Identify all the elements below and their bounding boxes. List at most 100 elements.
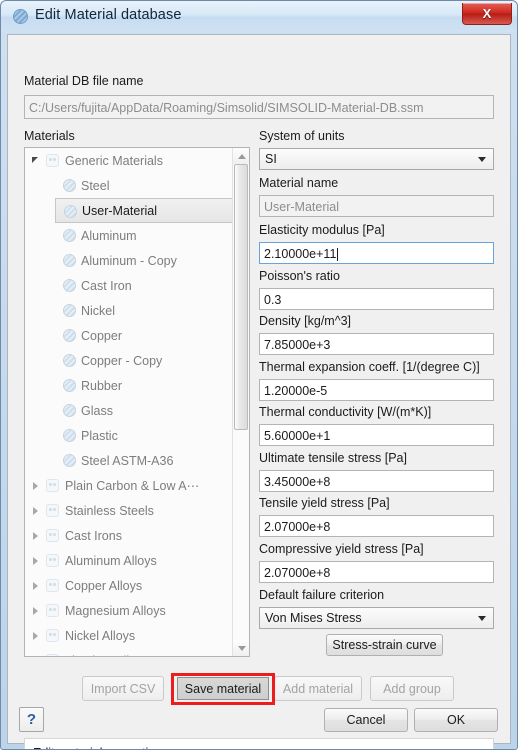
material-sphere-icon [64, 205, 77, 218]
tree-item-generic-materials[interactable]: Generic Materials [25, 148, 249, 173]
chevron-collapsed-icon[interactable] [33, 507, 38, 515]
window-title: Edit Material database [35, 7, 182, 23]
property-input-0[interactable]: 2.10000e+11 [259, 242, 494, 264]
materials-tree[interactable]: Generic Materials Steel User-Material Alumi… [24, 147, 250, 657]
material-sphere-icon [63, 304, 76, 317]
tree-item-titanium-alloys[interactable]: Titanium Alloys [25, 648, 249, 656]
tree-item-label: User-Material [82, 203, 158, 218]
scroll-down-arrow-icon[interactable] [233, 640, 249, 656]
group-folder-icon [46, 504, 59, 517]
group-folder-icon [46, 554, 59, 567]
material-sphere-icon [63, 279, 76, 292]
group-folder-icon [46, 154, 59, 167]
tree-item-copper-alloys[interactable]: Copper Alloys [25, 573, 249, 598]
ok-button[interactable]: OK [414, 708, 498, 732]
import-csv-button[interactable]: Import CSV [82, 676, 164, 701]
tree-scrollbar[interactable] [232, 148, 249, 656]
tree-item-aluminum-alloys[interactable]: Aluminum Alloys [25, 548, 249, 573]
tree-item-label: Steel ASTM-A36 [81, 453, 174, 468]
chevron-collapsed-icon[interactable] [33, 632, 38, 640]
material-sphere-icon [63, 429, 76, 442]
tree-item-label: Steel [81, 178, 110, 193]
tree-item-steel[interactable]: Steel [25, 173, 249, 198]
property-input-6[interactable]: 2.07000e+8 [259, 515, 494, 537]
tree-item-rubber[interactable]: Rubber [25, 373, 249, 398]
system-of-units-value: SI [265, 152, 277, 166]
tree-item-plastic[interactable]: Plastic [25, 423, 249, 448]
save-material-button[interactable]: Save material [177, 677, 269, 700]
close-icon: X [482, 6, 492, 21]
chevron-collapsed-icon[interactable] [33, 557, 38, 565]
tree-item-label: Rubber [81, 378, 122, 393]
tree-item-nickel[interactable]: Nickel [25, 298, 249, 323]
group-folder-icon [46, 579, 59, 592]
chevron-collapsed-icon[interactable] [33, 482, 38, 490]
property-label-2: Density [kg/m^3] [259, 314, 352, 328]
tree-item-label: Nickel Alloys [65, 628, 136, 643]
tree-item-user-material[interactable]: User-Material [55, 198, 245, 223]
material-sphere-icon [63, 329, 76, 342]
property-label-5: Ultimate tensile stress [Pa] [259, 450, 407, 465]
chevron-collapsed-icon[interactable] [33, 532, 38, 540]
tree-item-label: Stainless Steels [65, 503, 154, 518]
cancel-button[interactable]: Cancel [324, 708, 408, 732]
material-name-input[interactable]: User-Material [259, 195, 494, 217]
title-bar[interactable]: Edit Material database X [1, 1, 517, 32]
status-bar: Edit material properties [24, 738, 494, 749]
property-input-7[interactable]: 2.07000e+8 [259, 560, 494, 583]
file-name-label: Material DB file name [24, 74, 144, 88]
chevron-expanded-icon[interactable] [32, 157, 38, 163]
failure-criterion-value: Von Mises Stress [265, 611, 362, 625]
tree-item-label: Magnesium Alloys [65, 603, 166, 618]
tree-item-cast-irons[interactable]: Cast Irons [25, 523, 249, 548]
property-label-1: Poisson's ratio [259, 268, 340, 283]
property-input-3[interactable]: 1.20000e-5 [259, 378, 494, 401]
add-material-button[interactable]: Add material [274, 676, 362, 701]
chevron-collapsed-icon[interactable] [33, 582, 38, 590]
tree-item-magnesium-alloys[interactable]: Magnesium Alloys [25, 598, 249, 623]
tree-item-glass[interactable]: Glass [25, 398, 249, 423]
property-label-0: Elasticity modulus [Pa] [259, 223, 385, 237]
system-of-units-label: System of units [259, 129, 345, 143]
property-value-6: 2.07000e+8 [264, 520, 331, 534]
close-button[interactable]: X [462, 3, 512, 25]
scroll-up-arrow-icon[interactable] [233, 148, 249, 164]
tree-item-aluminum-copy[interactable]: Aluminum - Copy [25, 248, 249, 273]
stress-strain-curve-button[interactable]: Stress-strain curve [326, 634, 443, 656]
tree-item-aluminum[interactable]: Aluminum [25, 223, 249, 248]
chevron-collapsed-icon[interactable] [33, 607, 38, 615]
failure-criterion-select[interactable]: Von Mises Stress [259, 607, 494, 629]
property-value-4: 5.60000e+1 [264, 429, 331, 443]
add-group-button[interactable]: Add group [370, 676, 454, 701]
group-folder-icon [46, 479, 59, 492]
tree-item-steel-astm-a36[interactable]: Steel ASTM-A36 [25, 448, 249, 473]
materials-label: Materials [24, 129, 75, 143]
material-sphere-icon [63, 454, 76, 467]
tree-item-label: Cast Iron [81, 278, 132, 293]
tree-item-copper[interactable]: Copper [25, 323, 249, 348]
property-input-1[interactable]: 0.3 [259, 287, 494, 310]
property-value-3: 1.20000e-5 [264, 383, 328, 398]
property-input-4[interactable]: 5.60000e+1 [259, 424, 494, 446]
tree-item-copper-copy[interactable]: Copper - Copy [25, 348, 249, 373]
tree-item-label: Glass [81, 403, 113, 418]
tree-item-label: Plastic [81, 428, 118, 443]
system-of-units-select[interactable]: SI [259, 148, 494, 170]
tree-item-stainless-steels[interactable]: Stainless Steels [25, 498, 249, 523]
tree-item-nickel-alloys[interactable]: Nickel Alloys [25, 623, 249, 648]
text-caret [337, 247, 339, 261]
property-input-5[interactable]: 3.45000e+8 [259, 469, 494, 492]
tree-item-cast-iron[interactable]: Cast Iron [25, 273, 249, 298]
material-sphere-icon [13, 9, 28, 24]
tree-item-plain-carbon-low-a[interactable]: Plain Carbon & Low A⋯ [25, 473, 249, 498]
help-button[interactable]: ? [19, 707, 44, 732]
file-path-input[interactable]: C:/Users/fujita/AppData/Roaming/Simsolid… [24, 95, 494, 119]
tree-item-label: Aluminum - Copy [81, 253, 177, 268]
scrollbar-thumb[interactable] [234, 164, 248, 430]
property-input-2[interactable]: 7.85000e+3 [259, 333, 494, 355]
edit-material-database-window: Edit Material database X Material DB fil… [0, 0, 518, 750]
materials-tree-rows: Generic Materials Steel User-Material Alumi… [25, 148, 249, 656]
group-folder-icon [46, 529, 59, 542]
question-mark-icon: ? [26, 711, 37, 728]
tree-item-label: Cast Irons [65, 528, 122, 543]
